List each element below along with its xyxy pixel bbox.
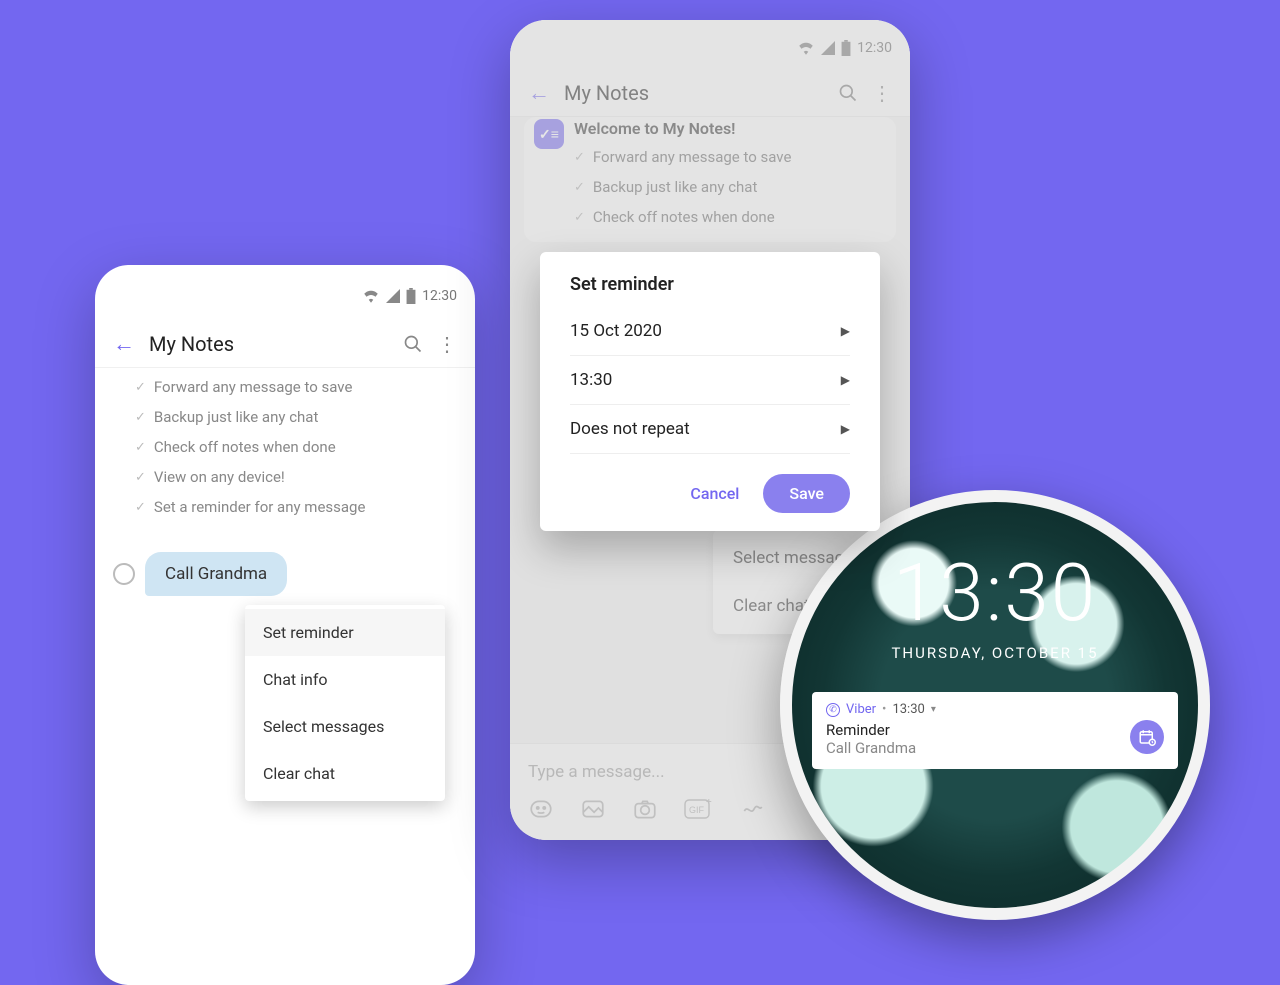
notes-icon: ✓≡ <box>534 119 564 149</box>
message-input-placeholder: Type a message... <box>528 762 665 782</box>
menu-item-select-messages[interactable]: Select messages <box>245 703 445 750</box>
list-item-label: Backup just like any chat <box>593 178 757 196</box>
list-item: ✓ Set a reminder for any message <box>135 492 465 522</box>
message-text: Call Grandma <box>165 564 267 584</box>
chevron-right-icon: ▶ <box>841 422 850 436</box>
battery-icon <box>406 288 416 304</box>
welcome-checklist: ✓ Forward any message to save ✓ Backup jus… <box>95 368 475 522</box>
cancel-button[interactable]: Cancel <box>684 476 745 511</box>
list-item: ✓ Check off notes when done <box>574 202 791 232</box>
lockscreen-time: 13:30 <box>792 546 1198 640</box>
list-item: ✓ Check off notes when done <box>135 432 465 462</box>
reminder-time-row[interactable]: 13:30 ▶ <box>570 356 850 405</box>
list-item-label: Check off notes when done <box>154 438 336 456</box>
message-row: Call Grandma <box>113 552 475 596</box>
list-item-label: Check off notes when done <box>593 208 775 226</box>
chevron-down-icon: ▾ <box>931 704 936 715</box>
welcome-title: Welcome to My Notes! <box>574 119 791 138</box>
back-arrow-icon[interactable]: ← <box>113 331 135 357</box>
notification-header: ✆ Viber • 13:30 ▾ <box>826 702 1164 717</box>
chevron-right-icon: ▶ <box>841 373 850 387</box>
lockscreen-notification[interactable]: ✆ Viber • 13:30 ▾ Reminder Call Grandma <box>812 692 1178 769</box>
list-item: ✓ Forward any message to save <box>574 142 791 172</box>
status-time: 12:30 <box>422 288 457 304</box>
wifi-icon <box>362 289 380 303</box>
check-icon: ✓ <box>135 470 146 485</box>
svg-text:+: + <box>706 797 712 808</box>
notification-app-name: Viber <box>846 702 876 717</box>
reminder-repeat-row[interactable]: Does not repeat ▶ <box>570 405 850 454</box>
check-icon: ✓ <box>135 380 146 395</box>
menu-item-label: Clear chat <box>263 764 335 783</box>
status-time: 12:30 <box>857 40 892 56</box>
menu-item-label: Select messages <box>263 717 384 736</box>
list-item-label: Set a reminder for any message <box>154 498 366 516</box>
list-item-label: Forward any message to save <box>154 378 353 396</box>
notification-title: Reminder <box>826 721 1164 739</box>
battery-icon <box>841 40 851 56</box>
cell-icon <box>386 289 400 303</box>
separator-dot: • <box>882 702 886 717</box>
more-icon[interactable]: ⋮ <box>872 81 892 105</box>
menu-item-label: Chat info <box>263 670 328 689</box>
list-item-label: Backup just like any chat <box>154 408 318 426</box>
list-item: ✓ Forward any message to save <box>135 372 465 402</box>
gif-icon[interactable]: GIF+ <box>684 796 714 822</box>
check-icon: ✓ <box>135 440 146 455</box>
status-bar: 12:30 <box>95 265 475 321</box>
context-menu: Set reminder Chat info Select messages C… <box>245 605 445 801</box>
search-icon[interactable] <box>838 83 858 103</box>
menu-item-clear-chat[interactable]: Clear chat <box>245 750 445 797</box>
cell-icon <box>821 41 835 55</box>
check-icon: ✓ <box>574 180 585 195</box>
back-arrow-icon[interactable]: ← <box>528 80 550 106</box>
calendar-reminder-icon <box>1130 720 1164 754</box>
reminder-date-row[interactable]: 15 Oct 2020 ▶ <box>570 307 850 356</box>
reminder-repeat-value: Does not repeat <box>570 419 690 439</box>
search-icon[interactable] <box>403 334 423 354</box>
message-checkbox[interactable] <box>113 563 135 585</box>
svg-text:GIF: GIF <box>689 805 705 815</box>
check-icon: ✓ <box>574 210 585 225</box>
save-button[interactable]: Save <box>763 474 850 513</box>
list-item: ✓ Backup just like any chat <box>135 402 465 432</box>
check-icon: ✓ <box>574 150 585 165</box>
more-icon[interactable]: ⋮ <box>437 332 457 356</box>
menu-item-label: Set reminder <box>263 623 354 642</box>
list-item-label: View on any device! <box>154 468 285 486</box>
chevron-right-icon: ▶ <box>841 324 850 338</box>
gallery-icon[interactable] <box>580 796 606 822</box>
notification-body: Call Grandma <box>826 739 1164 757</box>
viber-icon: ✆ <box>826 703 840 717</box>
doodle-icon[interactable] <box>740 796 766 822</box>
menu-item-chat-info[interactable]: Chat info <box>245 656 445 703</box>
wifi-icon <box>797 41 815 55</box>
chat-header: ← My Notes ⋮ <box>510 70 910 117</box>
check-icon: ✓ <box>135 410 146 425</box>
set-reminder-dialog: Set reminder 15 Oct 2020 ▶ 13:30 ▶ Does … <box>540 252 880 531</box>
reminder-time-value: 13:30 <box>570 370 612 390</box>
message-bubble[interactable]: Call Grandma <box>145 552 287 596</box>
list-item-label: Forward any message to save <box>593 148 792 166</box>
chat-title: My Notes <box>149 332 389 356</box>
reminder-date-value: 15 Oct 2020 <box>570 321 662 341</box>
chat-header: ← My Notes ⋮ <box>95 321 475 368</box>
list-item: ✓ Backup just like any chat <box>574 172 791 202</box>
camera-icon[interactable] <box>632 796 658 822</box>
welcome-card: ✓≡ Welcome to My Notes! ✓ Forward any mes… <box>524 117 896 242</box>
dialog-title: Set reminder <box>570 274 850 295</box>
list-item: ✓ View on any device! <box>135 462 465 492</box>
menu-item-label: Clear chat <box>733 596 810 616</box>
notification-time: 13:30 <box>892 702 924 717</box>
chat-title: My Notes <box>564 81 824 105</box>
lockscreen-preview: 13:30 THURSDAY, OCTOBER 15 ✆ Viber • 13:… <box>780 490 1210 920</box>
check-icon: ✓ <box>135 500 146 515</box>
status-bar: 12:30 <box>510 20 910 70</box>
lockscreen-date: THURSDAY, OCTOBER 15 <box>792 644 1198 662</box>
sticker-icon[interactable] <box>528 796 554 822</box>
phone-left: 12:30 ← My Notes ⋮ ✓ Forward any message … <box>95 265 475 985</box>
menu-item-set-reminder[interactable]: Set reminder <box>245 609 445 656</box>
